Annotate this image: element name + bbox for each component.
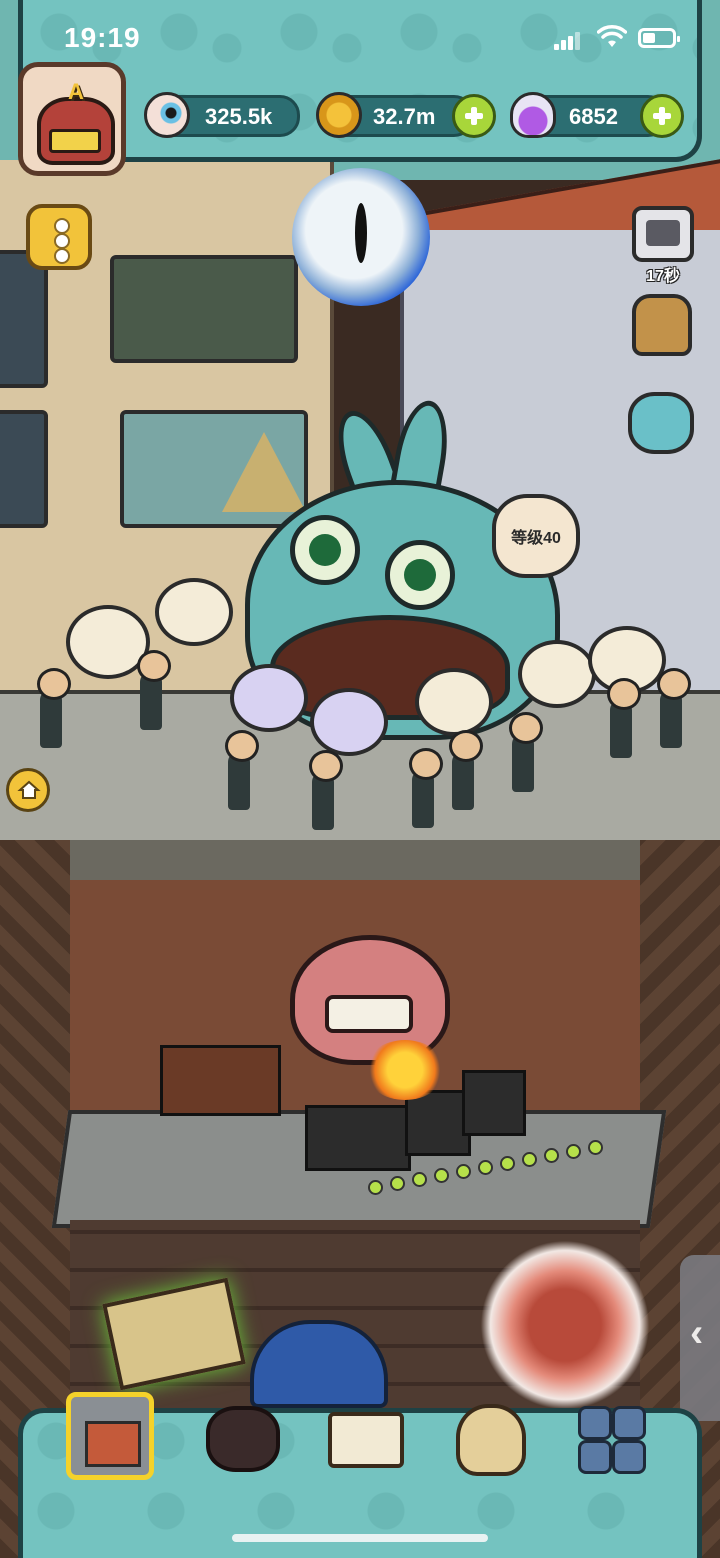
dot-icon [54,218,70,234]
monster-eye [290,515,360,585]
nav-shop-button[interactable] [66,1392,154,1480]
dot-icon [54,233,70,249]
side-drawer-tab[interactable]: ‹ [680,1255,720,1421]
customer[interactable] [657,668,691,748]
grid-menu-icon [578,1406,612,1440]
customer[interactable] [607,678,641,758]
more-menu-button[interactable] [26,204,92,270]
dot-icon [54,248,70,264]
home-indicator[interactable] [232,1534,488,1542]
backpack-button[interactable] [632,294,692,356]
tower-roof [222,432,306,512]
restaurant-level-label: 等级40 [511,530,561,547]
customer[interactable] [225,730,259,810]
purple-potion-icon [510,92,556,138]
customer-thought-bubble[interactable] [230,664,308,732]
potion-count: 6852 [569,104,618,129]
ad-timer: 17秒 [646,268,680,285]
stove [305,1105,411,1171]
ad-tv-button[interactable] [632,206,694,262]
customer-thought-bubble[interactable] [518,640,596,708]
monster-eye [385,540,455,610]
battery-icon [638,28,680,48]
octopus-teeth [325,995,413,1033]
add-potions-button[interactable] [640,94,684,138]
monster-chef-icon [206,1406,280,1472]
cellular-signal-icon [554,30,584,50]
building-window [0,250,48,388]
game-scene[interactable] [0,0,720,1558]
nav-monster-button[interactable] [198,1392,286,1480]
add-coins-button[interactable] [452,94,496,138]
eyeball-count: 325.5k [205,104,273,129]
nav-recipe-book-button[interactable] [322,1392,410,1480]
customer[interactable] [37,668,71,748]
customer-thought-bubble[interactable] [415,668,493,736]
grid-menu-icon [612,1440,646,1474]
swirl-portal[interactable] [480,1240,650,1410]
customer[interactable] [309,750,343,830]
home-icon [17,780,41,799]
customer-thought-bubble[interactable] [310,688,388,756]
nav-money-bag-button[interactable] [448,1392,536,1480]
stove [462,1070,526,1136]
coin-count: 32.7m [373,104,436,129]
wifi-icon [597,25,627,47]
kitchen-counter [160,1045,281,1116]
player-avatar[interactable]: A [18,62,126,176]
monster-eyes-button[interactable] [628,392,694,454]
customer[interactable] [449,730,483,810]
chevron-left-icon: ‹ [690,1311,704,1355]
shop-icon [66,1392,154,1480]
customer[interactable] [137,650,171,730]
gold-coin-icon [316,92,362,138]
recipe-book-icon [328,1412,404,1468]
avatar-monster-icon: A [37,79,115,165]
status-time: 19:19 [64,22,141,53]
customer-thought-bubble[interactable] [155,578,233,646]
grid-menu-icon [578,1440,612,1474]
menu-board [110,255,298,363]
eyeball-icon [144,92,190,138]
customer[interactable] [509,712,543,792]
customer[interactable] [409,748,443,828]
grid-menu-icon [612,1406,646,1440]
nav-grid-menu-button[interactable] [574,1392,662,1480]
building-window [0,410,48,528]
avatar-rank-letter: A [68,79,84,104]
home-button[interactable] [6,768,50,812]
restaurant-level-bubble[interactable]: 等级40 [492,494,580,578]
money-bag-icon [456,1404,526,1476]
stove-fire [365,1040,445,1100]
crystal-eye-orb[interactable] [292,168,430,306]
street-edge [0,840,720,880]
